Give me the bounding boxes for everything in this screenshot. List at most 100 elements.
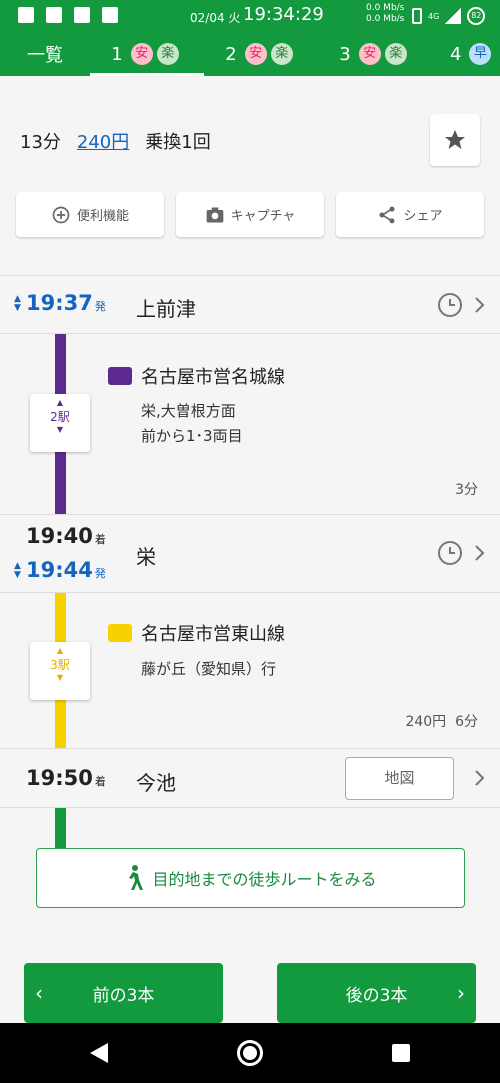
share-label: シェア xyxy=(403,209,443,224)
safe-badge: 安 xyxy=(244,43,267,65)
tab-route-4[interactable]: 4 早 xyxy=(432,32,500,76)
status-time: 19:34:29 xyxy=(243,4,324,25)
stop-count-toggle[interactable]: ▲ 3駅 ▼ xyxy=(30,642,90,700)
walk-line-bar xyxy=(55,808,66,850)
arrival-time-value: 19:50 xyxy=(26,766,93,790)
share-icon xyxy=(379,206,395,223)
arrival-suffix: 着 xyxy=(94,775,106,788)
departure-time-value: 19:44 xyxy=(26,558,93,582)
tab-route-3[interactable]: 3 安 楽 xyxy=(318,32,432,76)
tab-number: 1 xyxy=(111,43,123,65)
segment-meijo-line[interactable]: ▲ 2駅 ▼ 名古屋市営名城線 栄,大曽根方面 前から1･3両目 3分 xyxy=(0,334,500,514)
features-button[interactable]: 便利機能 xyxy=(16,192,164,237)
line-direction: 栄,大曽根方面 xyxy=(141,402,236,420)
tab-route-1[interactable]: 1 安 楽 xyxy=(90,32,204,76)
camera-icon xyxy=(206,207,223,222)
net-down: 0.0 Mb/s xyxy=(366,14,405,24)
segment-higashiyama-line[interactable]: ▲ 3駅 ▼ 名古屋市営東山線 藤が丘（愛知県）行 240円 6分 xyxy=(0,593,500,748)
train-icon xyxy=(108,367,132,385)
chevron-right-icon xyxy=(475,770,485,786)
status-date: 02/04 火 xyxy=(190,11,241,25)
train-icon xyxy=(108,624,132,642)
home-icon[interactable] xyxy=(237,1040,263,1066)
network-type: 4G xyxy=(428,11,440,21)
segment-fare-duration: 240円 6分 xyxy=(405,711,478,731)
segment-fare: 240円 xyxy=(405,714,447,730)
chevron-right-icon xyxy=(475,297,485,313)
stop-count-toggle[interactable]: ▲ 2駅 ▼ xyxy=(30,394,90,452)
segment-duration: 3分 xyxy=(455,482,478,498)
expand-down-icon: ▼ xyxy=(56,673,64,682)
divider xyxy=(0,807,500,808)
line-direction: 藤が丘（愛知県）行 xyxy=(141,660,277,678)
car-position: 前から1･3両目 xyxy=(141,427,243,445)
back-icon[interactable] xyxy=(90,1043,108,1063)
signal-icon xyxy=(445,8,462,24)
arrival-time: 19:50 着 xyxy=(26,766,106,790)
walk-route-label: 目的地までの徒歩ルートをみる xyxy=(152,870,377,889)
leaf-icon xyxy=(74,7,90,23)
tab-number: 4 xyxy=(450,43,462,65)
time-adjust-icon: ▲ ▼ xyxy=(14,561,21,580)
previous-label: 前の3本 xyxy=(92,985,155,1006)
stop-count: 3駅 xyxy=(50,658,70,672)
tab-list[interactable]: 一覧 xyxy=(0,32,90,76)
chevron-right-icon: › xyxy=(457,981,465,1005)
favorite-button[interactable] xyxy=(430,114,480,166)
tab-route-2[interactable]: 2 安 楽 xyxy=(204,32,318,76)
walking-person-icon xyxy=(129,865,144,890)
easy-badge: 楽 xyxy=(156,43,179,65)
fast-badge: 早 xyxy=(469,43,492,65)
segment-duration: 6分 xyxy=(455,714,478,730)
safe-badge: 安 xyxy=(358,43,381,65)
walk-route-button[interactable]: 目的地までの徒歩ルートをみる xyxy=(36,848,465,908)
total-duration: 13分 xyxy=(20,132,61,153)
next-trains-button[interactable]: 後の3本 › xyxy=(277,963,476,1023)
mail-icon xyxy=(102,7,118,23)
expand-down-icon: ▼ xyxy=(56,425,64,434)
action-buttons: 便利機能 キャプチャ シェア xyxy=(16,192,484,237)
signal-area: 4G 82 xyxy=(412,7,486,25)
transfer-count: 乗換1回 xyxy=(145,132,211,153)
tab-label: 一覧 xyxy=(27,45,63,66)
notification-icons xyxy=(18,7,118,23)
vibrate-icon xyxy=(412,8,422,24)
departure-suffix: 発 xyxy=(94,300,106,313)
recent-apps-icon[interactable] xyxy=(392,1044,410,1062)
star-icon xyxy=(445,130,465,149)
departure-time: 19:37 発 xyxy=(26,291,106,315)
station-row-kamimaezu[interactable]: ▲ ▼ 19:37 発 上前津 xyxy=(0,276,500,334)
safe-badge: 安 xyxy=(130,43,153,65)
station-row-sakae[interactable]: 19:40 着 ▲ ▼ 19:44 発 栄 xyxy=(0,515,500,592)
system-navigation-bar xyxy=(0,1023,500,1083)
route-summary: 13分 240円 乗換1回 xyxy=(20,128,211,154)
notification-icon xyxy=(18,7,34,23)
mail-icon xyxy=(46,7,62,23)
plus-circle-icon xyxy=(52,206,70,223)
fare-link[interactable]: 240円 xyxy=(77,128,129,154)
tab-number: 2 xyxy=(225,43,237,65)
expand-up-icon: ▲ xyxy=(56,398,64,407)
station-name: 上前津 xyxy=(136,297,196,321)
clock-icon[interactable] xyxy=(437,292,463,318)
net-up: 0.0 Mb/s xyxy=(366,3,405,13)
route-tabs: 一覧 1 安 楽 2 安 楽 3 安 楽 4 早 xyxy=(0,32,500,76)
line-name: 名古屋市営東山線 xyxy=(141,624,285,645)
battery-icon: 82 xyxy=(467,7,486,25)
expand-up-icon: ▲ xyxy=(56,646,64,655)
arrival-time-value: 19:40 xyxy=(26,524,93,548)
status-bar: 02/04 火 19:34:29 0.0 Mb/s 0.0 Mb/s 4G 82 xyxy=(0,0,500,32)
capture-button[interactable]: キャプチャ xyxy=(176,192,324,237)
easy-badge: 楽 xyxy=(384,43,407,65)
map-button[interactable]: 地図 xyxy=(345,757,454,800)
station-name: 今池 xyxy=(136,771,176,795)
departure-suffix: 発 xyxy=(94,567,106,580)
features-label: 便利機能 xyxy=(76,209,129,224)
stop-count: 2駅 xyxy=(50,410,70,424)
clock-icon[interactable] xyxy=(437,540,463,566)
chevron-left-icon: ‹ xyxy=(35,981,43,1005)
next-label: 後の3本 xyxy=(345,985,408,1006)
easy-badge: 楽 xyxy=(270,43,293,65)
previous-trains-button[interactable]: ‹ 前の3本 xyxy=(24,963,223,1023)
share-button[interactable]: シェア xyxy=(336,192,484,237)
